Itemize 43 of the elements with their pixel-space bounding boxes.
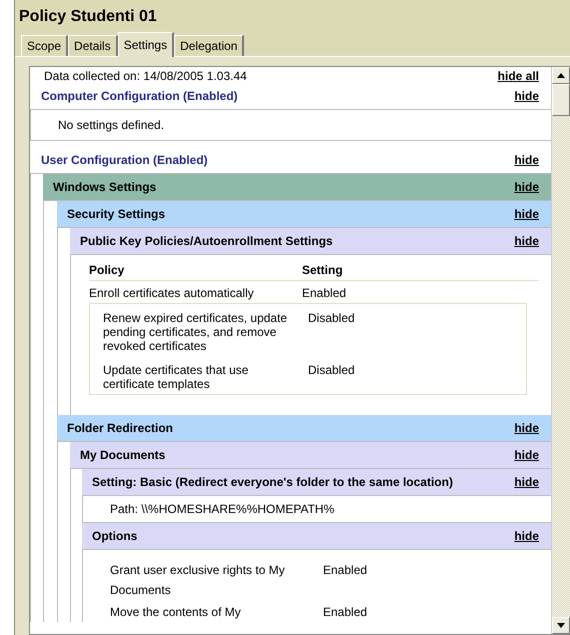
scroll-up-button[interactable] [552,67,570,84]
tab[interactable]: Scope [21,35,68,56]
hide-link[interactable]: hide [514,475,539,489]
column-header: Policy [89,263,126,277]
policy-cell-text: Renew expired certificates, update pending certificates, and remove revoked certificates [103,311,288,353]
scrollbar[interactable] [551,67,570,634]
policy-cell-text: Enroll certificates automatically [89,286,255,300]
note-text: No settings defined. [58,118,164,132]
hide-link[interactable]: hide [514,153,539,167]
hide-link[interactable]: hide [514,234,539,248]
window-title: Policy Studenti 01 [18,7,158,27]
tab[interactable]: Settings [118,32,174,57]
setting-cell-text: Disabled [308,363,356,379]
section-header: Setting: Basic (Redirect everyone's folder to the same location) hide [82,469,551,496]
section-header: Security Settings hide [57,201,551,228]
scroll-thumb[interactable] [552,84,570,116]
hide-link[interactable]: hide [514,180,539,194]
column-header: Setting [302,263,344,277]
hide-link[interactable]: hide [514,89,539,103]
data-collected-text: Data collected on: 14/08/2005 1.03.44 [44,69,247,83]
hide-link[interactable]: hide [514,448,539,462]
section-header: Options hide [82,523,551,550]
setting-cell-text: Enabled [323,562,368,579]
section-header: Windows Settings hide [43,174,551,201]
hide-link[interactable]: hide [514,207,539,221]
scroll-down-button[interactable] [552,617,570,634]
hide-all-link[interactable]: hide all [498,69,539,83]
setting-cell-text: Enabled [323,604,368,621]
policy-cell-text: Grant user exclusive rights to My Documents [110,562,286,599]
section-header: Public Key Policies/Autoenrollment Settings hide [70,228,551,255]
policy-cell-text: Move the contents of My [110,604,242,621]
hide-link[interactable]: hide [514,421,539,435]
section-header: My Documents hide [70,442,551,469]
up-arrow-icon [557,73,565,78]
hide-link[interactable]: hide [514,529,539,543]
policy-cell-text: Update certificates that use certificate templates [103,363,250,391]
tab[interactable]: Details [68,35,118,56]
setting-cell-text: Disabled [308,311,356,327]
section-header: Folder Redirection hide [57,415,551,442]
tab[interactable]: Delegation [174,35,244,56]
setting-cell-text: Enabled [302,286,348,300]
path-text: Path: \\%HOMESHARE%%HOMEPATH% [110,502,334,516]
down-arrow-icon [557,623,565,628]
